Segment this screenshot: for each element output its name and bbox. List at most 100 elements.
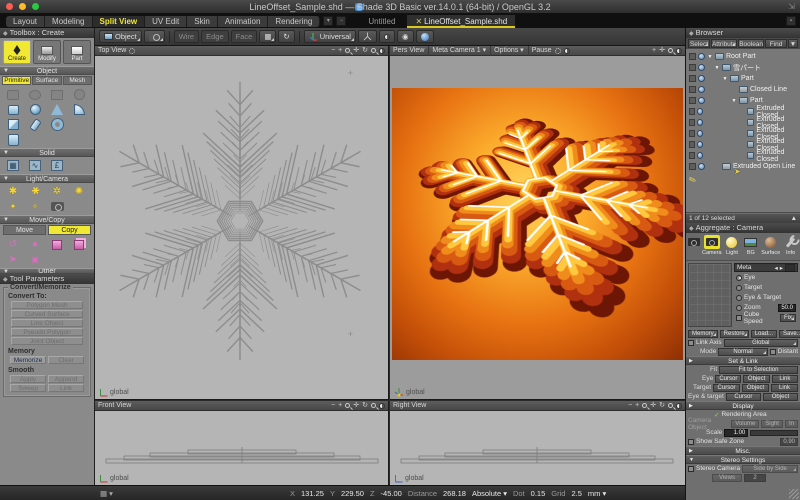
zoom-tool-icon[interactable]: [668, 48, 673, 53]
tree-label[interactable]: Part: [741, 75, 754, 82]
cube-speed-row[interactable]: Cube SpeedFix: [734, 313, 798, 322]
render-toggle[interactable]: [689, 152, 695, 159]
render-toggle[interactable]: [689, 130, 695, 137]
convert-pseudo-polygon-button[interactable]: Pseudo Polygon: [11, 328, 83, 336]
target-cursor-button[interactable]: Cursor: [713, 384, 740, 392]
tab-uv-edit[interactable]: UV Edit: [145, 16, 187, 27]
doc-tab-untitled[interactable]: Untitled: [360, 15, 403, 28]
coordinate-space-label[interactable]: global: [110, 475, 129, 482]
spot-light-button[interactable]: ✱: [24, 184, 46, 199]
grid-menu-icon[interactable]: ▦ ▾: [100, 489, 113, 498]
area-light-button[interactable]: ✦: [2, 199, 24, 214]
viewport-top[interactable]: Top View −+ ✛↻: [95, 46, 389, 400]
tab-modeling[interactable]: Modeling: [45, 16, 92, 27]
camera-select-dropdown[interactable]: Meta Camera 1 ▾: [432, 46, 491, 56]
camera-tool-button[interactable]: [144, 30, 165, 43]
coordinate-space-label[interactable]: global: [405, 475, 424, 482]
pan-button[interactable]: ✛: [659, 46, 665, 56]
tab-primitive[interactable]: Primitive: [2, 76, 31, 85]
workspace-minus-button[interactable]: −: [336, 16, 346, 26]
boolean-button[interactable]: Boolean: [738, 39, 764, 48]
move-button[interactable]: Move: [3, 225, 46, 235]
collapse-up-icon[interactable]: ▲: [791, 214, 797, 223]
axis-tripod-button[interactable]: [358, 30, 377, 43]
block-copy-button[interactable]: [46, 237, 68, 252]
render-toggle[interactable]: [689, 86, 696, 93]
aggregate-header[interactable]: ◆Aggregate : Camera: [686, 223, 800, 233]
zoom-out-button[interactable]: −: [331, 401, 335, 411]
select-button[interactable]: Select: [688, 39, 710, 48]
section-object[interactable]: ▼Object: [0, 66, 94, 75]
views-field[interactable]: 2: [744, 474, 766, 482]
zoom-in-button[interactable]: +: [635, 401, 639, 411]
zoom-tool-icon[interactable]: [371, 48, 376, 53]
magnifier-icon[interactable]: [345, 48, 350, 53]
link-axis-global-dropdown[interactable]: Global: [724, 339, 798, 347]
top-view-label[interactable]: Top View: [98, 46, 126, 56]
tab-skin[interactable]: Skin: [187, 16, 218, 27]
render-toggle[interactable]: [689, 75, 696, 82]
save-button[interactable]: Save...: [779, 330, 800, 338]
smooth-append-button[interactable]: Append: [48, 375, 84, 383]
visibility-sphere-icon[interactable]: [697, 141, 703, 148]
eye-object-button[interactable]: Object: [743, 375, 769, 383]
solid-loft-button[interactable]: ∿: [24, 158, 46, 173]
pan-button[interactable]: ✛: [353, 401, 359, 411]
ring-tool-button[interactable]: [68, 87, 90, 102]
render-toggle[interactable]: [689, 64, 696, 71]
convert-line-object-button[interactable]: Line Object: [11, 319, 83, 327]
next-camera-arrow[interactable]: ▸: [780, 264, 783, 272]
shading-toggle-icon[interactable]: [379, 48, 385, 54]
curve-tool-button[interactable]: [2, 87, 24, 102]
center-button[interactable]: ◉: [397, 30, 414, 43]
coordinate-space-label[interactable]: global: [406, 389, 425, 396]
render-toggle[interactable]: [689, 119, 695, 126]
zoom-in-button[interactable]: +: [338, 46, 342, 56]
eye-radio-row[interactable]: Eye: [734, 273, 798, 282]
misc-section[interactable]: ▶Misc.: [686, 446, 800, 455]
solid-sweep-button[interactable]: £: [46, 158, 68, 173]
cylinder-button[interactable]: [24, 117, 46, 132]
visibility-sphere-icon[interactable]: [698, 64, 705, 71]
render-settings-icon[interactable]: [555, 48, 561, 54]
zoom-tool-icon[interactable]: [371, 403, 376, 408]
render-toggle[interactable]: [689, 141, 695, 148]
camera-copy-button[interactable]: ▣: [24, 252, 46, 267]
stereo-camera-checkbox[interactable]: [688, 466, 694, 472]
find-button[interactable]: Find: [765, 39, 787, 48]
tree-label[interactable]: Part: [750, 97, 763, 104]
cube-speed-checkbox[interactable]: [736, 315, 742, 321]
scale-slider[interactable]: [750, 430, 798, 436]
point-light-button[interactable]: ✺: [68, 184, 90, 199]
shading-toggle-icon[interactable]: [676, 48, 682, 54]
tree-label[interactable]: 雪パート: [733, 63, 761, 73]
copy-button[interactable]: Copy: [48, 225, 91, 235]
torus-button[interactable]: [46, 117, 68, 132]
memorize-button[interactable]: Memorize: [10, 356, 46, 364]
memory-button[interactable]: Memory: [688, 330, 718, 338]
front-view-label[interactable]: Front View: [98, 401, 131, 411]
distant-checkbox[interactable]: [770, 349, 776, 355]
part-button[interactable]: Part: [63, 40, 91, 64]
rotate-snap-button[interactable]: ↻: [278, 30, 294, 43]
zoom-radio[interactable]: [736, 305, 742, 311]
tab-layout[interactable]: Layout: [6, 16, 45, 27]
create-button[interactable]: Create: [3, 40, 31, 64]
arrow-copy-button[interactable]: ➤: [2, 252, 24, 267]
clear-button[interactable]: Clear: [48, 356, 84, 364]
tree-label[interactable]: Root Part: [726, 53, 756, 60]
render-toggle[interactable]: [689, 97, 696, 104]
visibility-sphere-icon[interactable]: [697, 108, 703, 115]
expander-icon[interactable]: ▼: [731, 98, 737, 104]
edge-mode-button[interactable]: Edge: [201, 30, 229, 43]
pause-button[interactable]: Pause: [532, 46, 552, 56]
set-link-section[interactable]: ▶Set & Link: [686, 356, 800, 365]
tab-rendering[interactable]: Rendering: [268, 16, 320, 27]
close-doc-icon[interactable]: ✕: [415, 17, 422, 26]
smooth-sweep-button[interactable]: Sweep: [10, 384, 46, 392]
visibility-sphere-icon[interactable]: [698, 86, 705, 93]
scale-field[interactable]: 1.00: [724, 429, 748, 437]
zoom-value-field[interactable]: 50.0: [778, 304, 796, 312]
target-radio-row[interactable]: Target: [734, 283, 798, 292]
rect-tool-button[interactable]: [46, 87, 68, 102]
